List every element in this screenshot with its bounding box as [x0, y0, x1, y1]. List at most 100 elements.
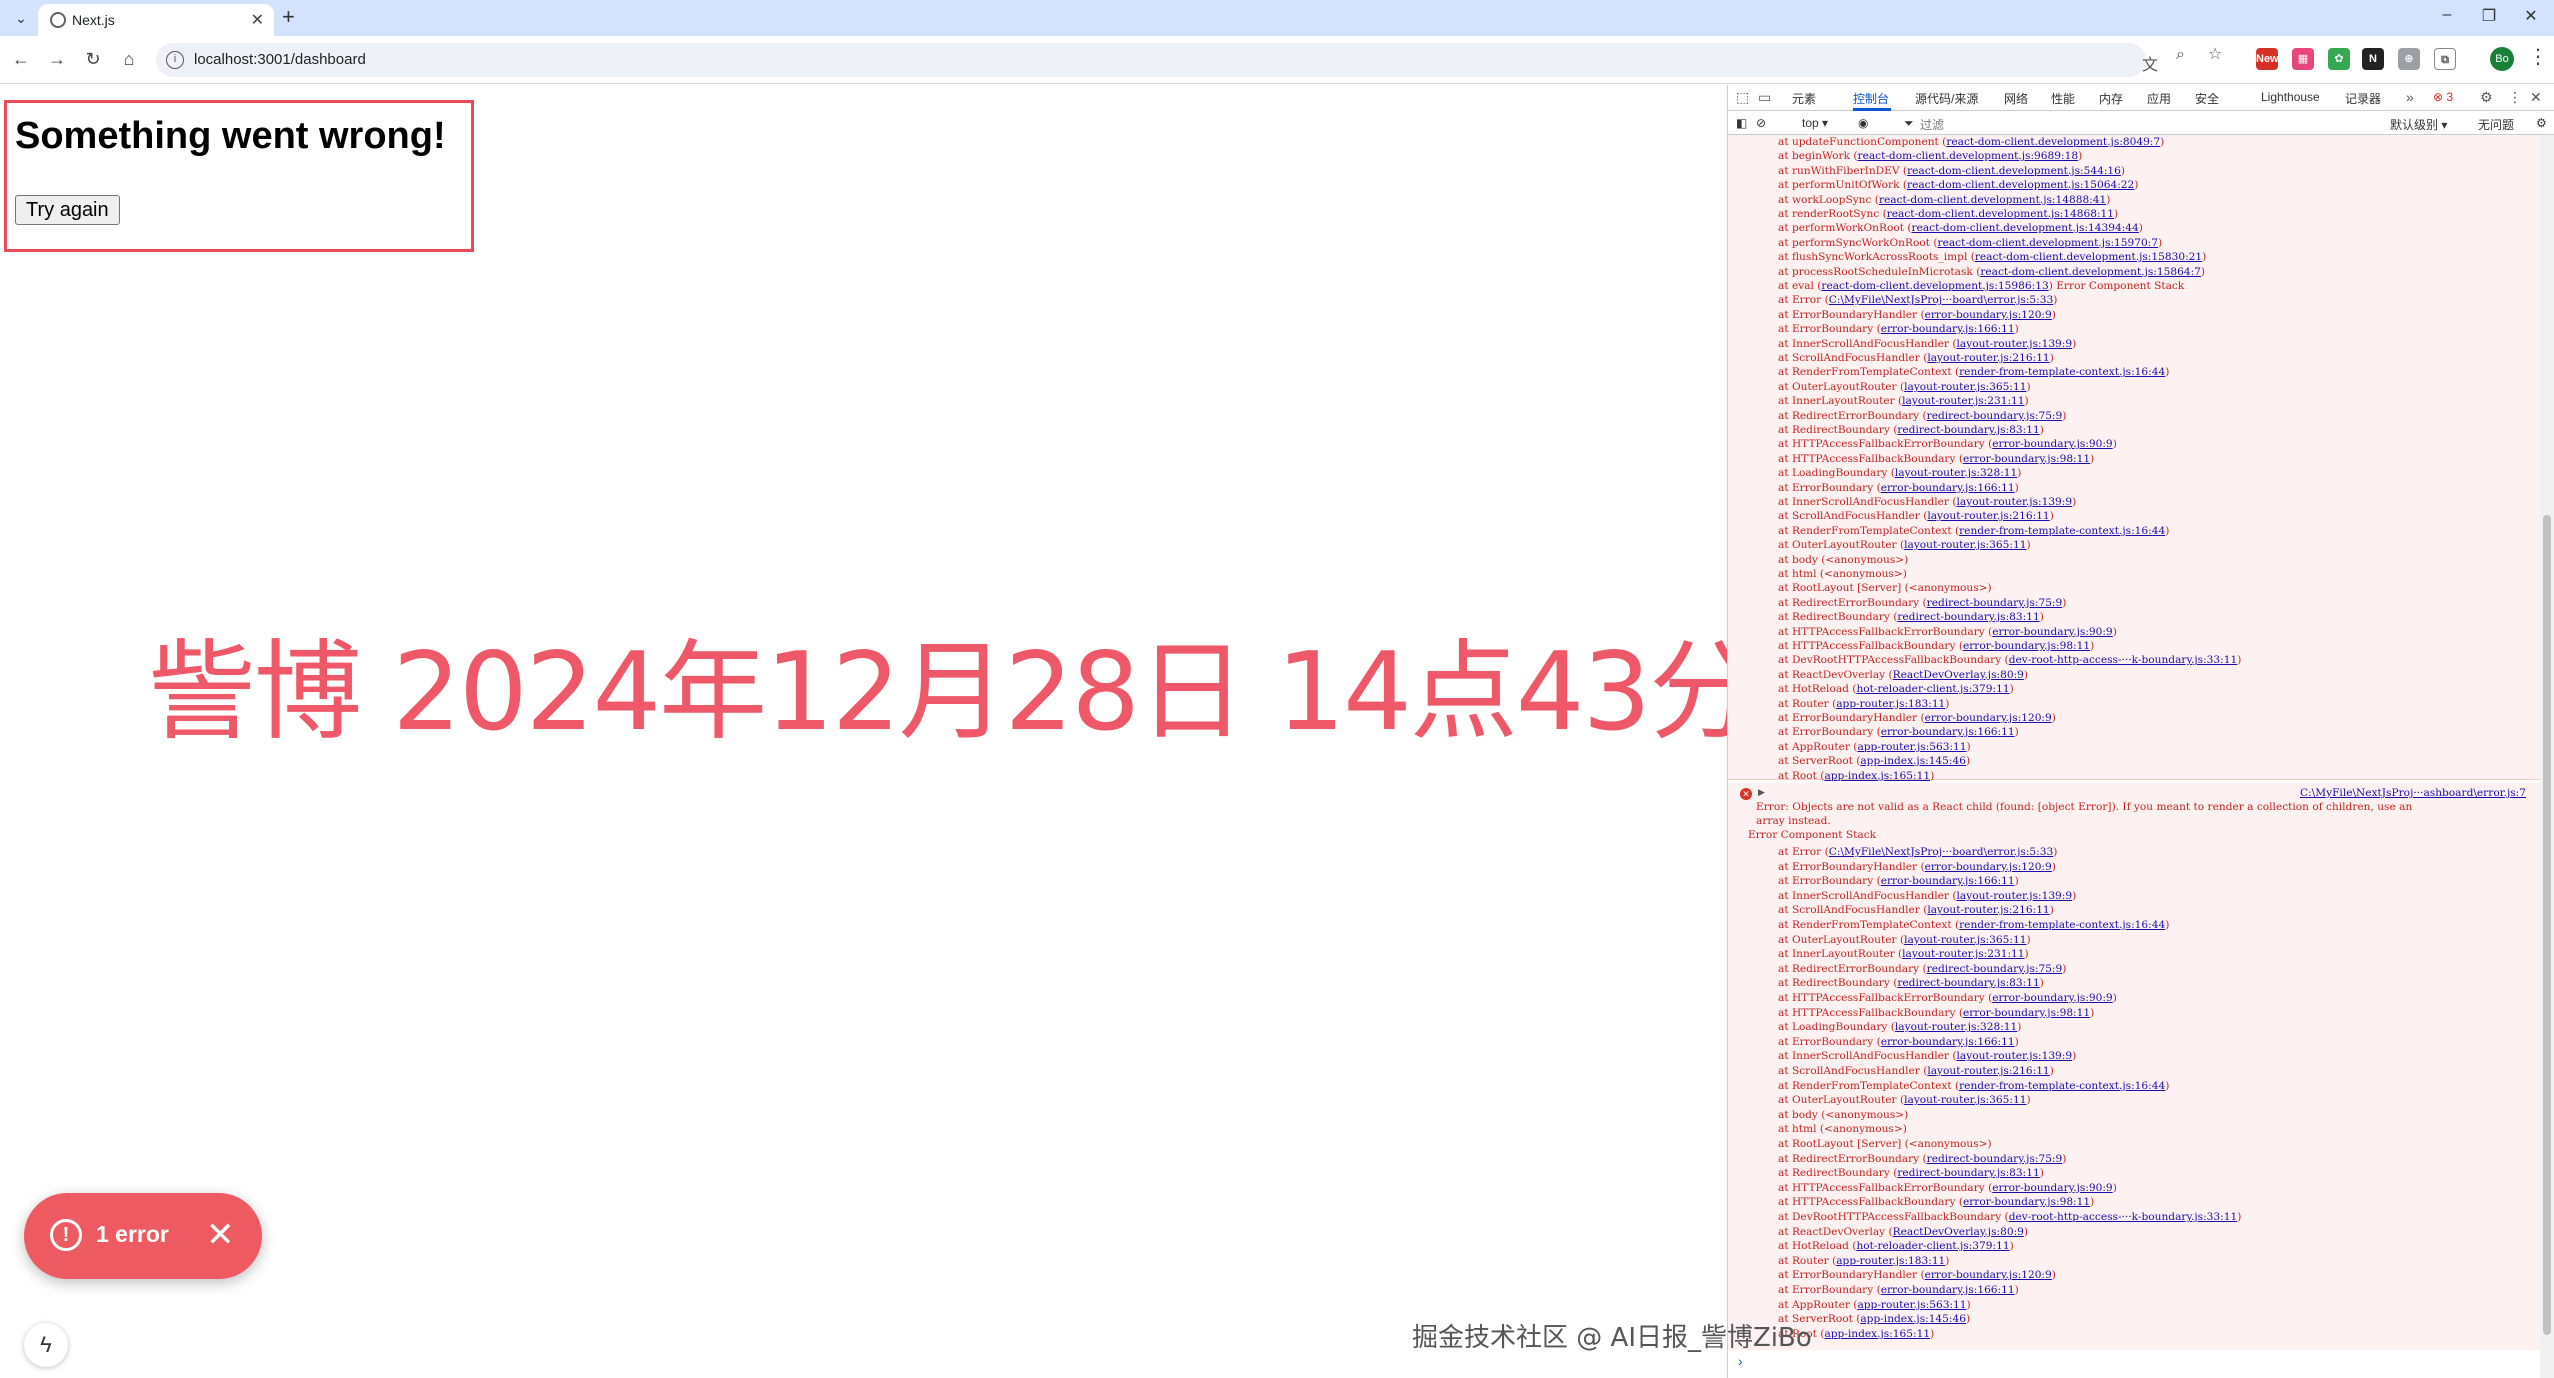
bolt-icon[interactable]: ϟ	[24, 1323, 68, 1367]
stack-source-link[interactable]: layout-router.js:365:11	[1904, 934, 2026, 946]
device-icon[interactable]: ▭	[1758, 89, 1771, 106]
stack-source-link[interactable]: react-dom-client.development.js:9689:18	[1858, 150, 2079, 162]
stack-source-link[interactable]: layout-router.js:139:9	[1957, 890, 2073, 902]
gear-icon[interactable]: ⚙	[2480, 89, 2493, 106]
back-icon[interactable]: ←	[8, 46, 34, 72]
stack-source-link[interactable]: layout-router.js:139:9	[1957, 496, 2073, 508]
filter-icon[interactable]: ⏷	[1904, 116, 1914, 131]
address-bar[interactable]: i localhost:3001/dashboard 文	[156, 43, 2158, 77]
issues-button[interactable]: 无问题	[2478, 116, 2514, 133]
stack-source-link[interactable]: layout-router.js:139:9	[1957, 338, 2073, 350]
new-tab-button[interactable]: +	[282, 4, 295, 30]
try-again-button[interactable]: Try again	[15, 195, 120, 225]
close-icon[interactable]: ✕	[206, 1215, 235, 1255]
more-tabs-icon[interactable]: »	[2406, 89, 2414, 105]
stack-source-link[interactable]: react-dom-client.development.js:8049:7	[1946, 136, 2160, 148]
stack-source-link[interactable]: error-boundary.js:166:11	[1881, 1036, 2015, 1048]
stack-source-link[interactable]: app-router.js:563:11	[1857, 741, 1966, 753]
stack-source-link[interactable]: layout-router.js:365:11	[1904, 1094, 2026, 1106]
close-icon[interactable]: ✕	[251, 10, 264, 30]
log-level-select[interactable]: 默认级别 ▾	[2390, 116, 2447, 133]
stack-source-link[interactable]: layout-router.js:231:11	[1902, 948, 2024, 960]
stack-source-link[interactable]: layout-router.js:139:9	[1957, 1050, 2073, 1062]
menu-icon[interactable]: ⋮	[2528, 44, 2548, 69]
site-info-icon[interactable]: i	[166, 51, 184, 69]
stack-source-link[interactable]: ReactDevOverlay.js:80:9	[1893, 1226, 2024, 1238]
extension-icon[interactable]: N	[2362, 48, 2384, 70]
stack-source-link[interactable]: react-dom-client.development.js:15970:7	[1938, 237, 2159, 249]
stack-source-link[interactable]: error-boundary.js:166:11	[1881, 482, 2015, 494]
tab-search-icon[interactable]: ⌄	[8, 6, 34, 30]
stack-source-link[interactable]: app-router.js:563:11	[1857, 1299, 1966, 1311]
stack-source-link[interactable]: error-boundary.js:98:11	[1963, 640, 2090, 652]
stack-source-link[interactable]: layout-router.js:216:11	[1927, 904, 2049, 916]
clear-icon[interactable]: ⊘	[1756, 116, 1766, 130]
stack-source-link[interactable]: react-dom-client.development.js:15986:13	[1821, 280, 2048, 292]
stack-source-link[interactable]: react-dom-client.development.js:14888:41	[1879, 194, 2106, 206]
stack-source-link[interactable]: render-from-template-context.js:16:44	[1959, 366, 2165, 378]
stack-source-link[interactable]: error-boundary.js:120:9	[1925, 712, 2052, 724]
stack-source-link[interactable]: redirect-boundary.js:75:9	[1927, 410, 2063, 422]
extension-icon[interactable]: ⊕	[2398, 48, 2420, 70]
stack-source-link[interactable]: error-boundary.js:166:11	[1881, 1284, 2015, 1296]
stack-source-link[interactable]: react-dom-client.development.js:15864:7	[1980, 266, 2201, 278]
scrollbar-thumb[interactable]	[2543, 515, 2551, 1335]
error-source-link[interactable]: C:\MyFile\NextJsProj···ashboard\error.js…	[2300, 787, 2526, 799]
context-select[interactable]: top ▾	[1802, 116, 1828, 130]
close-icon[interactable]: ✕	[2530, 89, 2542, 106]
gear-icon[interactable]: ⚙	[2536, 116, 2547, 130]
stack-source-link[interactable]: dev-root-http-access-···k-boundary.js:33…	[2009, 654, 2238, 666]
error-toast[interactable]: ! 1 error ✕	[24, 1193, 262, 1279]
stack-source-link[interactable]: redirect-boundary.js:75:9	[1927, 1153, 2063, 1165]
stack-source-link[interactable]: error-boundary.js:120:9	[1925, 309, 2052, 321]
extension-icon[interactable]: ▦	[2292, 48, 2314, 70]
stack-source-link[interactable]: error-boundary.js:90:9	[1992, 992, 2112, 1004]
restore-icon[interactable]: ❐	[2474, 6, 2504, 26]
tab-memory[interactable]: 内存	[2099, 90, 2123, 107]
stack-source-link[interactable]: error-boundary.js:98:11	[1963, 453, 2090, 465]
tab-security[interactable]: 安全	[2195, 90, 2219, 107]
stack-source-link[interactable]: ReactDevOverlay.js:80:9	[1893, 669, 2024, 681]
tab-console[interactable]: 控制台	[1853, 90, 1889, 107]
url-text[interactable]: localhost:3001/dashboard	[194, 51, 366, 68]
stack-source-link[interactable]: error-boundary.js:166:11	[1881, 726, 2015, 738]
extensions-icon[interactable]: ⧉	[2434, 48, 2456, 70]
tab-active[interactable]: Next.js ✕	[38, 4, 274, 36]
stack-source-link[interactable]: error-boundary.js:166:11	[1881, 323, 2015, 335]
stack-source-link[interactable]: layout-router.js:216:11	[1927, 510, 2049, 522]
kebab-icon[interactable]: ⋮	[2508, 89, 2522, 106]
eye-icon[interactable]: ◉	[1858, 116, 1868, 130]
inspect-icon[interactable]: ⬚	[1736, 89, 1749, 106]
tab-network[interactable]: 网络	[2004, 90, 2028, 107]
translate-icon[interactable]: 文	[2142, 51, 2158, 75]
stack-source-link[interactable]: layout-router.js:216:11	[1927, 352, 2049, 364]
stack-source-link[interactable]: react-dom-client.development.js:14868:11	[1887, 208, 2114, 220]
tab-sources[interactable]: 源代码/来源	[1915, 90, 1978, 107]
stack-source-link[interactable]: C:\MyFile\NextJsProj···board\error.js:5:…	[1829, 294, 2053, 306]
stack-source-link[interactable]: redirect-boundary.js:83:11	[1897, 1167, 2039, 1179]
stack-source-link[interactable]: layout-router.js:231:11	[1902, 395, 2024, 407]
scrollbar[interactable]	[2540, 135, 2554, 1378]
stack-source-link[interactable]: redirect-boundary.js:83:11	[1897, 424, 2039, 436]
stack-source-link[interactable]: react-dom-client.development.js:544:16	[1907, 165, 2121, 177]
reload-icon[interactable]: ↻	[80, 46, 106, 72]
stack-source-link[interactable]: app-index.js:165:11	[1824, 1328, 1930, 1340]
stack-source-link[interactable]: dev-root-http-access-···k-boundary.js:33…	[2009, 1211, 2238, 1223]
star-icon[interactable]: ☆	[2208, 44, 2222, 64]
stack-source-link[interactable]: C:\MyFile\NextJsProj···board\error.js:5:…	[1829, 846, 2053, 858]
stack-source-link[interactable]: render-from-template-context.js:16:44	[1959, 525, 2165, 537]
stack-source-link[interactable]: layout-router.js:365:11	[1904, 381, 2026, 393]
stack-source-link[interactable]: error-boundary.js:90:9	[1992, 1182, 2112, 1194]
stack-source-link[interactable]: redirect-boundary.js:83:11	[1897, 977, 2039, 989]
stack-source-link[interactable]: redirect-boundary.js:75:9	[1927, 597, 2063, 609]
stack-source-link[interactable]: redirect-boundary.js:83:11	[1897, 611, 2039, 623]
tab-lighthouse[interactable]: Lighthouse	[2261, 90, 2320, 104]
stack-source-link[interactable]: app-index.js:145:46	[1860, 1313, 1966, 1325]
stack-source-link[interactable]: react-dom-client.development.js:14394:44	[1912, 222, 2139, 234]
stack-source-link[interactable]: app-router.js:183:11	[1836, 698, 1945, 710]
stack-source-link[interactable]: error-boundary.js:120:9	[1925, 861, 2052, 873]
stack-source-link[interactable]: redirect-boundary.js:75:9	[1927, 963, 2063, 975]
stack-source-link[interactable]: layout-router.js:365:11	[1904, 539, 2026, 551]
tab-application[interactable]: 应用	[2147, 90, 2171, 107]
stack-source-link[interactable]: react-dom-client.development.js:15830:21	[1975, 251, 2202, 263]
